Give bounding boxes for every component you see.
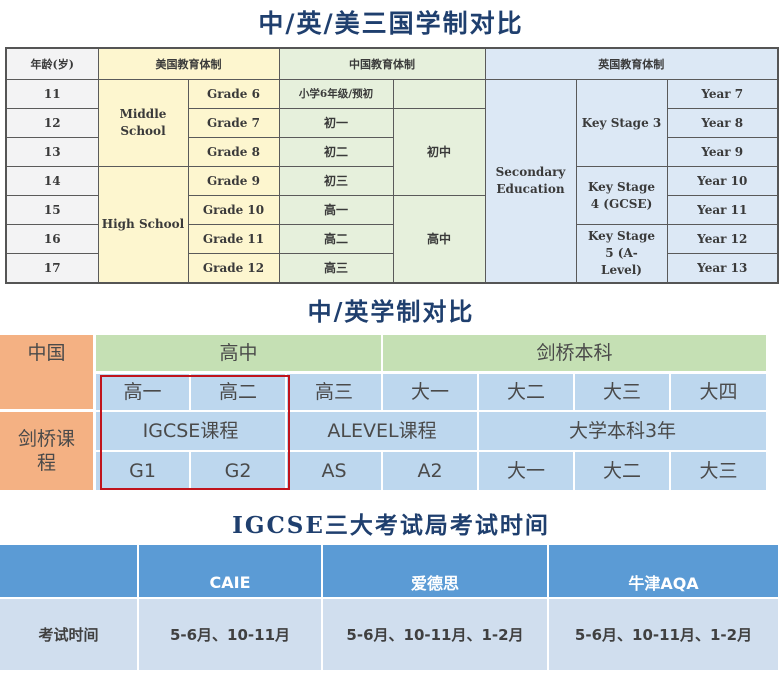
china-year-cell: 高三 xyxy=(287,374,381,410)
header-us-system: 美国教育体制 xyxy=(97,47,280,80)
us-grade-cell: Grade 10 xyxy=(187,195,280,225)
cambridge-year-cell: G2 xyxy=(191,452,285,490)
header-uk-system: 英国教育体制 xyxy=(484,47,779,80)
three-country-comparison-table: 年龄(岁) 美国教育体制 中国教育体制 英国教育体制 11 Middle Sch… xyxy=(5,47,779,284)
uk-year-cell: Year 9 xyxy=(666,137,779,167)
exam-time-aqa: 5-6月、10-11月、1-2月 xyxy=(549,599,778,670)
uk-year-cell: Year 10 xyxy=(666,166,779,196)
us-grade-cell: Grade 7 xyxy=(187,108,280,138)
age-cell: 17 xyxy=(5,253,99,284)
header-empty-cell xyxy=(0,545,137,597)
cn-grade-cell: 初三 xyxy=(278,166,394,196)
cn-grade-cell: 高三 xyxy=(278,253,394,284)
title-three-country-comparison: 中/英/美三国学制对比 xyxy=(258,9,524,38)
row-label-china: 中国 xyxy=(0,335,93,409)
china-year-cell: 高二 xyxy=(191,374,285,410)
row-label-cambridge: 剑桥课程 xyxy=(0,412,93,490)
cn-uk-comparison-table: 中国 剑桥课程 高中 剑桥本科 高一 高二 高三 大一 大二 大三 大四 IGC… xyxy=(0,335,766,490)
cn-grade-cell: 初一 xyxy=(278,108,394,138)
china-year-cell: 大二 xyxy=(479,374,573,410)
table-header-row: 年龄(岁) 美国教育体制 中国教育体制 英国教育体制 xyxy=(5,47,779,80)
china-year-cell: 高一 xyxy=(96,374,189,410)
course-igcse: IGCSE课程 xyxy=(96,412,285,450)
uk-key-stage-cell: Key Stage 3 xyxy=(575,79,668,167)
us-grade-cell: Grade 12 xyxy=(187,253,280,284)
title-cn-uk-comparison: 中/英学制对比 xyxy=(307,297,475,326)
course-alevel: ALEVEL课程 xyxy=(287,412,477,450)
age-cell: 11 xyxy=(5,79,99,109)
cn-grade-cell: 初二 xyxy=(278,137,394,167)
table-row: 14 High School Grade 9 初三 Key Stage 4 (G… xyxy=(5,166,779,284)
cn-grade-cell: 高一 xyxy=(278,195,394,225)
cambridge-year-cell: 大三 xyxy=(671,452,766,490)
header-age: 年龄(岁) xyxy=(5,47,99,80)
cn-grade-cell: 高二 xyxy=(278,224,394,254)
uk-year-cell: Year 7 xyxy=(666,79,779,109)
cambridge-year-cell: 大二 xyxy=(575,452,669,490)
us-school-cell: High School xyxy=(97,166,189,284)
cambridge-year-cell: G1 xyxy=(96,452,189,490)
exam-time-edexcel: 5-6月、10-11月、1-2月 xyxy=(323,599,547,670)
title-igcse-exam-boards: IGCSE三大考试局考试时间 xyxy=(232,512,550,539)
age-cell: 16 xyxy=(5,224,99,254)
us-grade-cell: Grade 6 xyxy=(187,79,280,109)
uk-year-cell: Year 11 xyxy=(666,195,779,225)
cambridge-year-cell: A2 xyxy=(383,452,477,490)
cn-stage-cell: 高中 xyxy=(392,195,486,284)
cn-stage-cell: 初中 xyxy=(392,108,486,196)
us-school-cell: Middle School xyxy=(97,79,189,167)
table-row: 11 Middle School Grade 6 小学6年级/预初 Second… xyxy=(5,79,779,284)
stage-high-school: 高中 xyxy=(96,335,381,371)
us-grade-cell: Grade 9 xyxy=(187,166,280,196)
header-board-caie: CAIE xyxy=(139,545,321,597)
age-cell: 12 xyxy=(5,108,99,138)
header-board-aqa: 牛津AQA xyxy=(549,545,778,597)
cn-grade-cell: 小学6年级/预初 xyxy=(278,79,394,109)
uk-year-cell: Year 8 xyxy=(666,108,779,138)
us-grade-cell: Grade 11 xyxy=(187,224,280,254)
course-undergrad: 大学本科3年 xyxy=(479,412,766,450)
cambridge-year-cell: AS xyxy=(287,452,381,490)
cambridge-year-cell: 大一 xyxy=(479,452,573,490)
uk-level-cell: Secondary Education xyxy=(484,79,577,284)
china-year-cell: 大一 xyxy=(383,374,477,410)
uk-key-stage-cell: Key Stage 4 (GCSE) xyxy=(575,166,668,225)
china-year-cell: 大四 xyxy=(671,374,766,410)
us-grade-cell: Grade 8 xyxy=(187,137,280,167)
stage-cambridge-undergrad: 剑桥本科 xyxy=(383,335,766,371)
age-cell: 15 xyxy=(5,195,99,225)
china-year-cell: 大三 xyxy=(575,374,669,410)
header-board-edexcel: 爱德思 xyxy=(323,545,547,597)
age-cell: 13 xyxy=(5,137,99,167)
igcse-exam-times-table: CAIE 爱德思 牛津AQA 考试时间 5-6月、10-11月 5-6月、10-… xyxy=(0,545,778,670)
header-cn-system: 中国教育体制 xyxy=(278,47,486,80)
cn-stage-cell xyxy=(392,79,486,109)
exam-time-caie: 5-6月、10-11月 xyxy=(139,599,321,670)
uk-year-cell: Year 12 xyxy=(666,224,779,254)
row-label-exam-time: 考试时间 xyxy=(0,599,137,670)
age-cell: 14 xyxy=(5,166,99,196)
uk-year-cell: Year 13 xyxy=(666,253,779,284)
uk-key-stage-cell: Key Stage 5 (A- Level) xyxy=(575,224,668,284)
